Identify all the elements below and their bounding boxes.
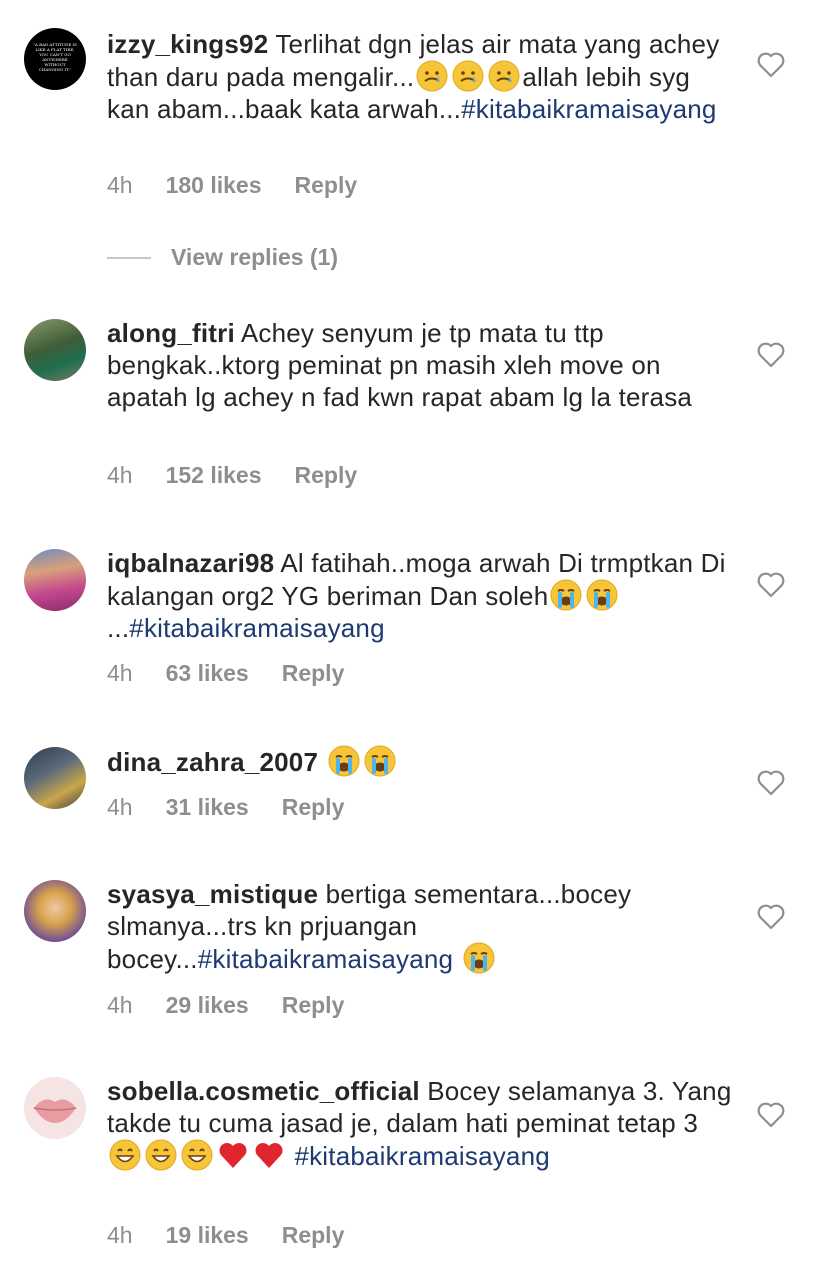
hashtag-link[interactable]: #kitabaikramaisayang [198, 944, 453, 974]
crying-face-emoji [488, 60, 520, 92]
comment-meta: 4h 19 likes Reply [107, 1222, 344, 1249]
loudly-crying-face-emoji [586, 579, 618, 611]
hashtag-link[interactable]: #kitabaikramaisayang [129, 613, 384, 643]
timestamp: 4h [107, 172, 133, 198]
likes-count[interactable]: 152 likes [166, 462, 262, 489]
comment-meta: 4h 152 likes Reply [107, 462, 357, 489]
avatar[interactable] [24, 549, 86, 611]
heart-icon[interactable] [756, 768, 786, 796]
loudly-crying-face-emoji [463, 942, 495, 974]
loudly-crying-face-emoji [364, 745, 396, 777]
comment-meta: 4h 180 likes Reply [107, 172, 357, 199]
timestamp: 4h [107, 462, 133, 488]
timestamp: 4h [107, 660, 133, 686]
divider-line [107, 256, 151, 259]
reply-button[interactable]: Reply [295, 462, 358, 489]
username[interactable]: iqbalnazari98 [107, 548, 274, 578]
avatar[interactable] [24, 880, 86, 942]
heart-icon[interactable] [756, 570, 786, 598]
loudly-crying-face-emoji [328, 745, 360, 777]
reply-button[interactable]: Reply [295, 172, 358, 199]
comment-text: iqbalnazari98 Al fatihah..moga arwah Di … [107, 547, 732, 644]
username[interactable]: izzy_kings92 [107, 29, 268, 59]
likes-count[interactable]: 63 likes [166, 660, 249, 687]
reply-button[interactable]: Reply [282, 794, 345, 821]
crying-face-emoji [452, 60, 484, 92]
grinning-face-emoji [145, 1139, 177, 1171]
heart-icon[interactable] [756, 340, 786, 368]
red-heart-emoji [253, 1139, 285, 1171]
comment-text: along_fitri Achey senyum je tp mata tu t… [107, 317, 732, 413]
grinning-face-emoji [181, 1139, 213, 1171]
username[interactable]: syasya_mistique [107, 879, 318, 909]
timestamp: 4h [107, 1222, 133, 1248]
likes-count[interactable]: 29 likes [166, 992, 249, 1019]
username[interactable]: dina_zahra_2007 [107, 747, 318, 777]
avatar[interactable] [24, 747, 86, 809]
comment-text: dina_zahra_2007 [107, 745, 732, 778]
loudly-crying-face-emoji [550, 579, 582, 611]
comment-text: sobella.cosmetic_official Bocey selamany… [107, 1075, 732, 1172]
comment-body-continued: ... [107, 613, 130, 643]
reply-button[interactable]: Reply [282, 992, 345, 1019]
username[interactable]: sobella.cosmetic_official [107, 1076, 420, 1106]
view-replies-label: View replies (1) [171, 244, 339, 270]
comment-meta: 4h 29 likes Reply [107, 992, 344, 1019]
heart-icon[interactable] [756, 902, 786, 930]
heart-icon[interactable] [756, 50, 786, 78]
hashtag-link[interactable]: #kitabaikramaisayang [461, 94, 716, 124]
likes-count[interactable]: 180 likes [166, 172, 262, 199]
username[interactable]: along_fitri [107, 318, 235, 348]
comment-body [318, 747, 325, 777]
avatar-quote-text: "A BAD ATTITUDE IS LIKE A FLAT TIRE, YOU… [33, 42, 77, 72]
comment-meta: 4h 31 likes Reply [107, 794, 344, 821]
crying-face-emoji [416, 60, 448, 92]
likes-count[interactable]: 31 likes [166, 794, 249, 821]
grinning-face-emoji [109, 1139, 141, 1171]
timestamp: 4h [107, 794, 133, 820]
likes-count[interactable]: 19 likes [166, 1222, 249, 1249]
reply-button[interactable]: Reply [282, 660, 345, 687]
comment-text: izzy_kings92 Terlihat dgn jelas air mata… [107, 28, 732, 125]
red-heart-emoji [217, 1139, 249, 1171]
view-replies-button[interactable]: View replies (1) [107, 244, 338, 271]
lips-logo-icon [33, 1099, 77, 1123]
avatar[interactable] [24, 1077, 86, 1139]
reply-button[interactable]: Reply [282, 1222, 345, 1249]
heart-icon[interactable] [756, 1100, 786, 1128]
avatar[interactable] [24, 319, 86, 381]
avatar[interactable]: "A BAD ATTITUDE IS LIKE A FLAT TIRE, YOU… [24, 28, 86, 90]
timestamp: 4h [107, 992, 133, 1018]
hashtag-link[interactable]: #kitabaikramaisayang [294, 1141, 549, 1171]
comment-text: syasya_mistique bertiga sementara...boce… [107, 878, 732, 975]
comment-meta: 4h 63 likes Reply [107, 660, 344, 687]
